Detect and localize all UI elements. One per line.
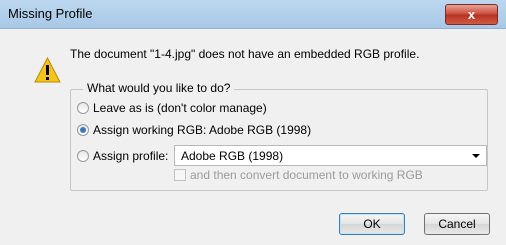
close-button[interactable]: x (445, 4, 498, 25)
warning-icon (34, 57, 61, 83)
convert-checkbox[interactable] (174, 169, 186, 181)
close-icon: x (467, 7, 476, 22)
radio-leave-as-is[interactable] (77, 102, 89, 114)
cancel-button[interactable]: Cancel (424, 213, 490, 235)
convert-checkbox-label: and then convert document to working RGB (190, 168, 423, 182)
radio-assign-working-rgb[interactable] (77, 124, 89, 136)
window-title: Missing Profile (8, 6, 93, 21)
option-assign-working-rgb-label[interactable]: Assign working RGB: Adobe RGB (1998) (93, 123, 311, 137)
option-assign-profile-label[interactable]: Assign profile: (93, 149, 168, 163)
group-legend: What would you like to do? (83, 81, 235, 95)
profile-select[interactable]: Adobe RGB (1998) (174, 145, 487, 166)
chevron-down-icon (472, 154, 480, 158)
profile-select-value: Adobe RGB (1998) (181, 149, 284, 163)
message-text: The document "1-4.jpg" does not have an … (70, 47, 420, 61)
missing-profile-dialog: Missing Profile x The document "1-4.jpg"… (0, 0, 506, 245)
radio-assign-profile[interactable] (77, 150, 89, 162)
option-leave-as-is-label[interactable]: Leave as is (don't color manage) (93, 101, 267, 115)
title-bar: Missing Profile x (0, 0, 506, 29)
ok-button[interactable]: OK (339, 213, 405, 235)
